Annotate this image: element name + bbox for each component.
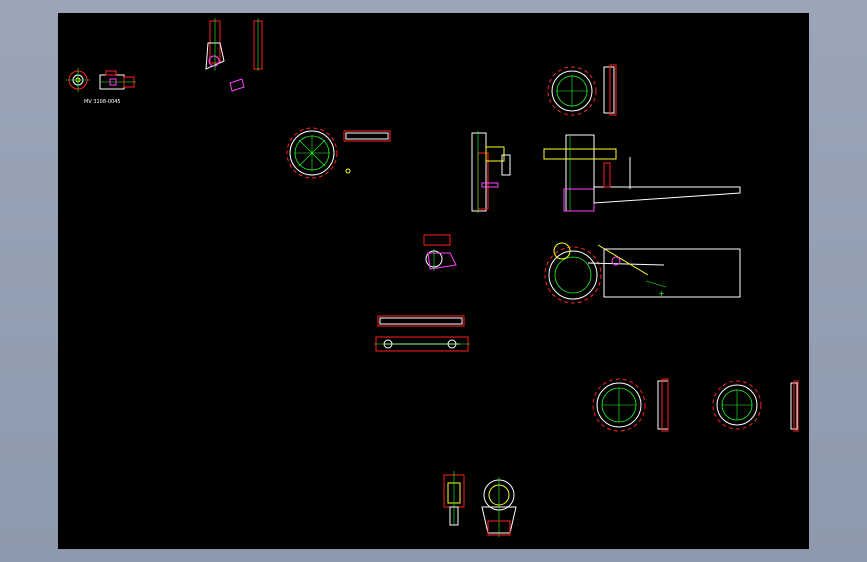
sprocket-view-bottom-right-1 (592, 378, 669, 432)
sprocket-view-top-right (547, 64, 617, 116)
main-assembly-front-view (543, 134, 741, 212)
part-view-small-flange (66, 68, 90, 92)
small-fitting-view (423, 234, 457, 271)
cad-drawing-viewport[interactable]: MV 3108-0045 + (58, 13, 809, 549)
cad-drawing: MV 3108-0045 + (66, 18, 799, 537)
sprocket-view-bottom-right-2 (712, 380, 799, 432)
vertical-assembly-side-view (471, 131, 511, 213)
svg-text:+: + (658, 289, 665, 298)
bottom-part-view-right (481, 477, 517, 537)
linkage-mechanism-view: + (544, 242, 741, 304)
part-view-lever-arm (205, 18, 263, 92)
part-view-shaft-sleeve (99, 70, 136, 90)
part-number-label: MV 3108-0045 (84, 99, 121, 105)
sprocket-view-left (286, 127, 391, 179)
connecting-rod-view (374, 315, 470, 352)
bottom-part-view-left (443, 471, 465, 526)
